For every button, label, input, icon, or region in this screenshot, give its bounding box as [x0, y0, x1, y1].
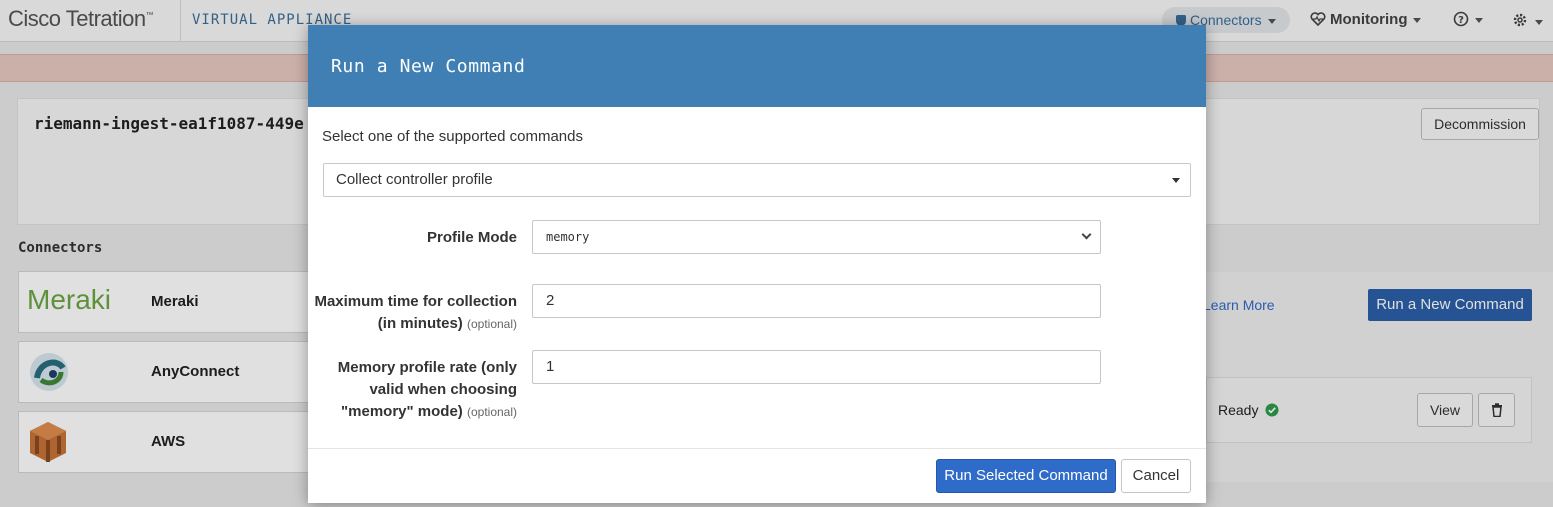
- command-select[interactable]: Collect controller profile: [323, 163, 1191, 197]
- caret-down-icon: [1172, 178, 1180, 183]
- command-instruction: Select one of the supported commands: [322, 128, 583, 145]
- run-command-modal: Run a New Command Select one of the supp…: [308, 25, 1206, 503]
- optional-hint: (optional): [466, 317, 517, 331]
- max-time-value: 2: [546, 292, 555, 309]
- run-selected-command-button[interactable]: Run Selected Command: [936, 459, 1116, 493]
- memory-rate-input[interactable]: 1: [532, 350, 1101, 384]
- modal-footer-divider: [308, 448, 1206, 449]
- profile-mode-label: Profile Mode: [307, 227, 517, 249]
- memory-rate-label-line3: "memory" mode): [341, 403, 463, 420]
- max-time-label-line2: (in minutes): [377, 315, 463, 332]
- profile-mode-value: memory: [546, 230, 590, 244]
- modal-title: Run a New Command: [331, 56, 526, 77]
- max-time-label-line1: Maximum time for collection: [314, 293, 517, 310]
- cancel-button[interactable]: Cancel: [1121, 459, 1191, 493]
- memory-rate-label-line2: valid when choosing: [369, 381, 517, 398]
- memory-rate-label-line1: Memory profile rate (only: [337, 359, 517, 376]
- modal-header: Run a New Command: [308, 25, 1206, 107]
- max-time-input[interactable]: 2: [532, 284, 1101, 318]
- memory-rate-value: 1: [546, 358, 555, 375]
- optional-hint: (optional): [466, 405, 517, 419]
- chevron-down-icon: [1081, 229, 1092, 240]
- profile-mode-select[interactable]: memory: [532, 220, 1101, 254]
- command-select-value: Collect controller profile: [336, 171, 493, 188]
- max-time-label: Maximum time for collection (in minutes)…: [307, 291, 517, 335]
- memory-rate-label: Memory profile rate (only valid when cho…: [307, 357, 517, 423]
- profile-mode-label-text: Profile Mode: [426, 229, 517, 246]
